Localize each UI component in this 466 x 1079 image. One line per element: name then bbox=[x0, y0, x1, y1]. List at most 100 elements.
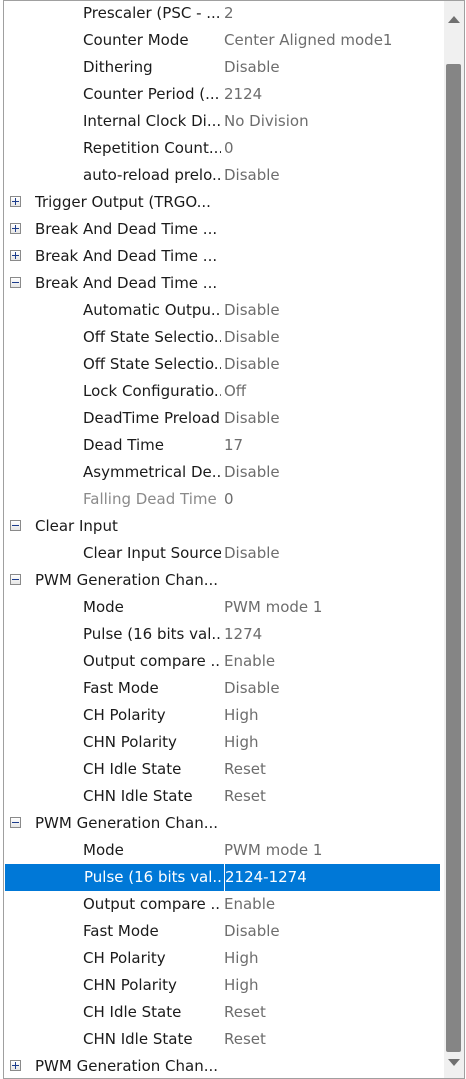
row-value[interactable]: Disable bbox=[224, 297, 280, 324]
row-value[interactable]: PWM mode 1 bbox=[224, 594, 322, 621]
row-value[interactable]: Reset bbox=[224, 783, 266, 810]
row-value[interactable]: 0 bbox=[224, 486, 234, 513]
property-row[interactable]: Pulse (16 bits val... 1274 bbox=[4, 621, 440, 648]
property-row[interactable]: Mode PWM mode 1 bbox=[4, 837, 440, 864]
row-value[interactable]: Disable bbox=[224, 324, 280, 351]
row-value[interactable]: Reset bbox=[224, 756, 266, 783]
row-label: Asymmetrical De... bbox=[83, 463, 221, 481]
property-row[interactable]: CHN Idle State Reset bbox=[4, 1026, 440, 1053]
row-value[interactable]: High bbox=[224, 702, 258, 729]
row-value[interactable]: Enable bbox=[224, 648, 275, 675]
row-label: Fast Mode bbox=[83, 922, 159, 940]
row-value[interactable]: Reset bbox=[224, 1026, 266, 1053]
row-label: Clear Input bbox=[35, 517, 118, 535]
tree-group-row[interactable]: Clear Input bbox=[4, 513, 440, 540]
property-row[interactable]: Fast Mode Disable bbox=[4, 918, 440, 945]
row-value[interactable]: Enable bbox=[224, 891, 275, 918]
row-label: Dead Time bbox=[83, 436, 164, 454]
row-value[interactable]: 2124 bbox=[224, 81, 262, 108]
row-value[interactable]: Center Aligned mode1 bbox=[224, 27, 392, 54]
selected-property-row[interactable]: Pulse (16 bits val... 2124-1274 bbox=[5, 864, 440, 891]
property-row[interactable]: CHN Polarity High bbox=[4, 729, 440, 756]
row-value[interactable]: Disable bbox=[224, 675, 280, 702]
collapse-minus-icon[interactable] bbox=[10, 520, 21, 531]
tree-group-row[interactable]: PWM Generation Chan... bbox=[4, 567, 440, 594]
property-row[interactable]: CHN Polarity High bbox=[4, 972, 440, 999]
property-row[interactable]: DeadTime Preload Disable bbox=[4, 405, 440, 432]
row-value[interactable]: Reset bbox=[224, 999, 266, 1026]
property-row[interactable]: auto-reload prelo... Disable bbox=[4, 162, 440, 189]
row-value[interactable]: Disable bbox=[224, 459, 280, 486]
property-row[interactable]: Output compare ... Enable bbox=[4, 648, 440, 675]
property-row[interactable]: Counter Mode Center Aligned mode1 bbox=[4, 27, 440, 54]
row-value[interactable]: 17 bbox=[224, 432, 243, 459]
row-value[interactable]: No Division bbox=[224, 108, 309, 135]
property-row[interactable]: CH Polarity High bbox=[4, 945, 440, 972]
vertical-scrollbar[interactable] bbox=[444, 1, 464, 1078]
property-row[interactable]: CH Idle State Reset bbox=[4, 756, 440, 783]
scroll-up-arrow-icon[interactable] bbox=[448, 16, 460, 23]
property-row[interactable]: Asymmetrical De... Disable bbox=[4, 459, 440, 486]
row-value[interactable]: Disable bbox=[224, 918, 280, 945]
property-row[interactable]: Clear Input Source Disable bbox=[4, 540, 440, 567]
tree-group-row[interactable]: PWM Generation Chan... bbox=[4, 810, 440, 837]
property-row[interactable]: CH Idle State Reset bbox=[4, 999, 440, 1026]
property-row[interactable]: Internal Clock Di... No Division bbox=[4, 108, 440, 135]
tree-group-row[interactable]: Break And Dead Time ... bbox=[4, 243, 440, 270]
row-label: Break And Dead Time ... bbox=[35, 220, 218, 238]
expand-plus-icon[interactable] bbox=[10, 250, 21, 261]
property-row[interactable]: Off State Selectio... Disable bbox=[4, 351, 440, 378]
row-value[interactable]: 1274 bbox=[224, 621, 262, 648]
row-value[interactable]: 2 bbox=[224, 1, 234, 27]
property-row[interactable]: CHN Idle State Reset bbox=[4, 783, 440, 810]
expand-plus-icon[interactable] bbox=[10, 1060, 21, 1071]
row-value[interactable]: Disable bbox=[224, 540, 280, 567]
row-label: Output compare ... bbox=[83, 652, 221, 670]
collapse-minus-icon[interactable] bbox=[10, 574, 21, 585]
row-label: Dithering bbox=[83, 58, 153, 76]
expand-plus-icon[interactable] bbox=[10, 196, 21, 207]
row-value[interactable]: PWM mode 1 bbox=[224, 837, 322, 864]
scrollbar-thumb[interactable] bbox=[446, 64, 461, 1052]
row-value[interactable]: Disable bbox=[224, 405, 280, 432]
tree-group-row[interactable]: Break And Dead Time ... bbox=[4, 270, 440, 297]
row-value[interactable]: Off bbox=[224, 378, 246, 405]
row-value[interactable]: High bbox=[224, 972, 258, 999]
row-value[interactable]: High bbox=[224, 729, 258, 756]
collapse-minus-icon[interactable] bbox=[10, 817, 21, 828]
row-value[interactable]: 2124-1274 bbox=[224, 864, 307, 891]
tree-group-row[interactable]: PWM Generation Chan... bbox=[4, 1053, 440, 1078]
row-value[interactable]: High bbox=[224, 945, 258, 972]
property-tree: Prescaler (PSC - ... 2 Counter Mode Center … bbox=[4, 1, 440, 1078]
collapse-minus-icon[interactable] bbox=[10, 277, 21, 288]
row-label: CH Idle State bbox=[83, 1003, 182, 1021]
row-label: CHN Polarity bbox=[83, 733, 177, 751]
property-row[interactable]: Output compare ... Enable bbox=[4, 891, 440, 918]
property-row[interactable]: Mode PWM mode 1 bbox=[4, 594, 440, 621]
property-row[interactable]: Off State Selectio... Disable bbox=[4, 324, 440, 351]
property-row[interactable]: Fast Mode Disable bbox=[4, 675, 440, 702]
row-label: Output compare ... bbox=[83, 895, 221, 913]
property-row[interactable]: Repetition Count... 0 bbox=[4, 135, 440, 162]
property-row[interactable]: Dithering Disable bbox=[4, 54, 440, 81]
row-value[interactable]: 0 bbox=[224, 135, 234, 162]
property-row[interactable]: Lock Configuratio... Off bbox=[4, 378, 440, 405]
property-row[interactable]: Automatic Outpu... Disable bbox=[4, 297, 440, 324]
row-label: Internal Clock Di... bbox=[83, 112, 221, 130]
property-row[interactable]: Prescaler (PSC - ... 2 bbox=[4, 1, 440, 27]
expand-plus-icon[interactable] bbox=[10, 223, 21, 234]
tree-group-row[interactable]: Break And Dead Time ... bbox=[4, 216, 440, 243]
row-label: Off State Selectio... bbox=[83, 355, 221, 373]
row-value[interactable]: Disable bbox=[224, 54, 280, 81]
tree-group-row[interactable]: Trigger Output (TRGO... bbox=[4, 189, 440, 216]
property-row[interactable]: Falling Dead Time 0 bbox=[4, 486, 440, 513]
scroll-down-arrow-icon[interactable] bbox=[448, 1059, 460, 1066]
property-row[interactable]: CH Polarity High bbox=[4, 702, 440, 729]
row-value[interactable]: Disable bbox=[224, 351, 280, 378]
row-label: PWM Generation Chan... bbox=[35, 814, 219, 832]
property-row[interactable]: Counter Period (... 2124 bbox=[4, 81, 440, 108]
property-row[interactable]: Dead Time 17 bbox=[4, 432, 440, 459]
row-value[interactable]: Disable bbox=[224, 162, 280, 189]
row-label: auto-reload prelo... bbox=[83, 166, 221, 184]
row-label: CHN Idle State bbox=[83, 787, 193, 805]
